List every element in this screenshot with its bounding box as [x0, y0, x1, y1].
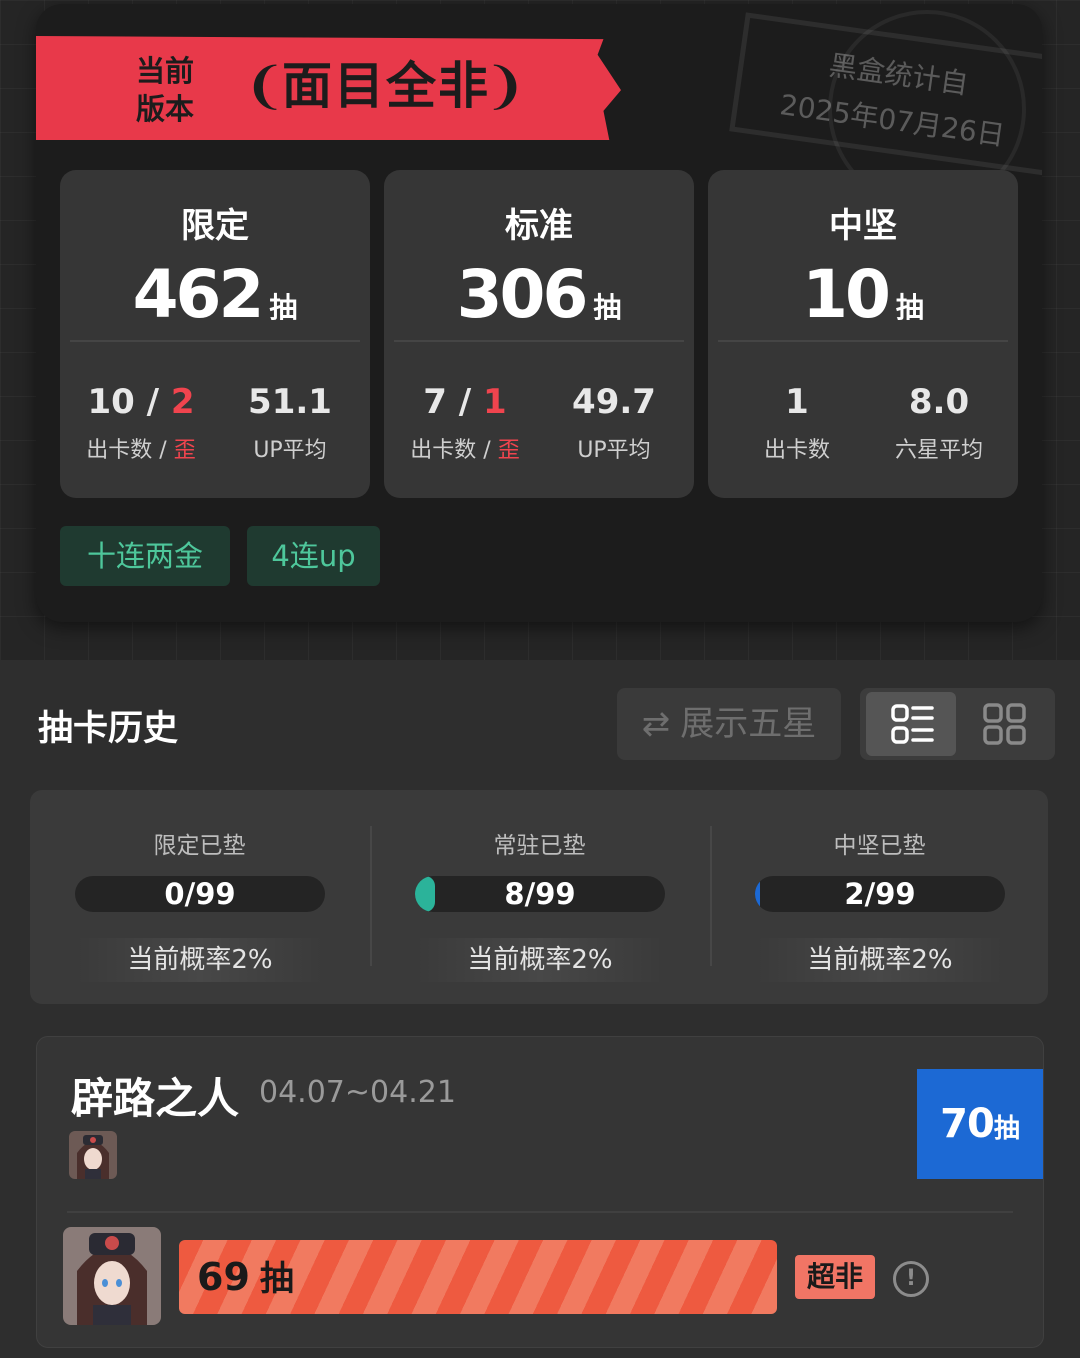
- pity-label: 中坚已垫: [833, 833, 926, 859]
- toggle-label: 展示五星: [680, 704, 817, 744]
- banner-history-card[interactable]: 辟路之人 04.07~04.21 70抽 69 抽 超非 !: [36, 1036, 1044, 1348]
- stat-divider: [394, 340, 684, 342]
- stat-box-limited: 限定 462 抽 10 / 2 出卡数 / 歪 51.1 UP平均: [60, 170, 370, 498]
- stat-count-value: 10 / 2: [87, 382, 195, 422]
- stat-total: 306 抽: [384, 256, 694, 333]
- stat-count-col: 1 出卡数: [722, 382, 872, 464]
- stat-title: 限定: [181, 206, 249, 246]
- banner-dates: 04.07~04.21: [259, 1075, 456, 1110]
- pity-standard: 常驻已垫 8/99 当前概率2%: [370, 790, 709, 1004]
- pull-count: 69 抽: [197, 1255, 294, 1299]
- pity-midtier: 中坚已垫 2/99 当前概率2%: [710, 790, 1049, 1004]
- stat-unit: 抽: [593, 291, 622, 324]
- stat-unit: 抽: [895, 291, 924, 324]
- stat-avg-value: 51.1: [248, 382, 332, 422]
- stat-number: 10: [802, 256, 891, 333]
- stat-divider: [718, 340, 1008, 342]
- banner-name: 辟路之人: [71, 1074, 240, 1123]
- swap-icon: ⇄: [641, 704, 671, 744]
- ribbon-label: 当前版本: [136, 54, 195, 126]
- banner-total-pulls: 70: [940, 1101, 995, 1147]
- stat-title: 标准: [505, 206, 573, 246]
- pity-label: 常驻已垫: [493, 833, 586, 859]
- laurel-right-icon: ❩: [484, 57, 526, 115]
- banner-total-unit: 抽: [993, 1114, 1020, 1144]
- achievement-tag: 4连up: [247, 526, 380, 586]
- stat-box-midtier: 中坚 10 抽 1 出卡数 8.0 六星平均: [708, 170, 1018, 498]
- ribbon-title: 面目全非: [282, 57, 490, 115]
- list-view-icon: [891, 704, 934, 744]
- pulled-character-avatar: [63, 1227, 161, 1325]
- stat-box-standard: 标准 306 抽 7 / 1 出卡数 / 歪 49.7 UP平均: [384, 170, 694, 498]
- stat-avg-label: UP平均: [253, 438, 327, 463]
- stat-count-value: 1: [785, 382, 809, 422]
- pity-rate: 当前概率2%: [755, 938, 1005, 982]
- view-mode-switch: [860, 688, 1055, 760]
- stat-avg-value: 8.0: [908, 382, 970, 422]
- stat-count-label: 出卡数 / 歪: [410, 438, 520, 463]
- stat-avg-value: 49.7: [572, 382, 656, 422]
- banner-divider: [67, 1211, 1013, 1213]
- pity-panel: 限定已垫 0/99 当前概率2% 常驻已垫 8/99 当前概率2% 中坚已垫 2…: [30, 790, 1048, 1004]
- featured-character-avatar: [69, 1131, 117, 1179]
- stat-avg-col: 51.1 UP平均: [215, 382, 365, 464]
- history-title: 抽卡历史: [38, 709, 179, 749]
- stat-unit: 抽: [269, 291, 298, 324]
- stat-avg-label: UP平均: [577, 438, 651, 463]
- pity-rate: 当前概率2%: [75, 938, 325, 982]
- version-summary-card: 黑盒统计自 2025年07月26日 当前版本 ❨ 面目全非 ❩ 限定 462 抽 …: [36, 4, 1042, 622]
- pull-count-bar: 69 抽: [179, 1240, 777, 1314]
- pity-limited: 限定已垫 0/99 当前概率2%: [30, 790, 369, 1004]
- stat-avg-col: 8.0 六星平均: [864, 382, 1014, 464]
- pity-rate: 当前概率2%: [415, 938, 665, 982]
- achievement-tag: 十连两金: [60, 526, 230, 586]
- stat-count-value: 7 / 1: [423, 382, 507, 422]
- show-five-star-toggle[interactable]: ⇄ 展示五星: [617, 688, 841, 760]
- stat-total: 462 抽: [60, 256, 370, 333]
- version-ribbon: 当前版本 ❨ 面目全非 ❩: [36, 36, 621, 140]
- stat-count-col: 10 / 2 出卡数 / 歪: [66, 382, 216, 464]
- pity-progress-bar: 0/99: [75, 876, 325, 912]
- stat-avg-label: 六星平均: [894, 438, 983, 463]
- stat-title: 中坚: [829, 206, 897, 246]
- pity-progress-bar: 2/99: [755, 876, 1005, 912]
- stat-number: 306: [456, 256, 589, 333]
- pity-progress-bar: 8/99: [415, 876, 665, 912]
- stat-total: 10 抽: [708, 256, 1018, 333]
- list-view-button[interactable]: [866, 692, 956, 756]
- banner-total-pulls-badge: 70抽: [917, 1069, 1043, 1179]
- info-icon[interactable]: !: [893, 1261, 929, 1297]
- stat-avg-col: 49.7 UP平均: [539, 382, 689, 464]
- pity-value: 8/99: [504, 877, 576, 911]
- stat-divider: [70, 340, 360, 342]
- stat-count-label: 出卡数 / 歪: [86, 438, 196, 463]
- stat-count-col: 7 / 1 出卡数 / 歪: [390, 382, 540, 464]
- grid-view-button[interactable]: [960, 692, 1050, 756]
- stat-number: 462: [132, 256, 265, 333]
- luck-badge: 超非: [795, 1255, 875, 1299]
- grid-view-icon: [983, 703, 1026, 745]
- pity-label: 限定已垫: [153, 833, 246, 859]
- laurel-left-icon: ❨: [244, 57, 286, 115]
- stat-count-label: 出卡数: [763, 438, 830, 463]
- pity-value: 0/99: [164, 877, 236, 911]
- pity-value: 2/99: [844, 877, 916, 911]
